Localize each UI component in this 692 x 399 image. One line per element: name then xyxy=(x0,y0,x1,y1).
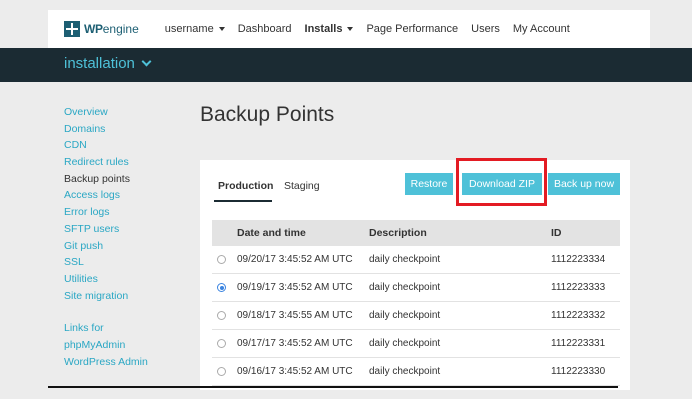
page-title: Backup Points xyxy=(200,103,335,126)
sidebar-item-access-logs[interactable]: Access logs xyxy=(64,187,184,204)
restore-button[interactable]: Restore xyxy=(405,173,453,195)
header-id: ID xyxy=(551,227,562,239)
row-date: 09/16/17 3:45:52 AM UTC xyxy=(237,366,353,377)
row-radio-cell xyxy=(212,311,237,320)
tab-production[interactable]: Production xyxy=(218,180,273,192)
table-row[interactable]: 09/17/17 3:45:52 AM UTC daily checkpoint… xyxy=(212,330,620,358)
row-id: 1112223332 xyxy=(551,310,606,321)
highlight-box xyxy=(456,158,547,206)
sidebar-item-cdn[interactable]: CDN xyxy=(64,137,184,154)
table-row[interactable]: 09/19/17 3:45:52 AM UTC daily checkpoint… xyxy=(212,274,620,302)
row-description: daily checkpoint xyxy=(369,254,441,265)
sidebar-link-phpmyadmin[interactable]: phpMyAdmin xyxy=(64,337,184,354)
radio-button[interactable] xyxy=(217,367,226,376)
sidebar-item-utilities[interactable]: Utilities xyxy=(64,271,184,288)
sidebar-item-error-logs[interactable]: Error logs xyxy=(64,204,184,221)
row-radio-cell xyxy=(212,255,237,264)
sidebar-item-redirect-rules[interactable]: Redirect rules xyxy=(64,154,184,171)
nav-dashboard-label: Dashboard xyxy=(237,23,292,35)
caret-down-icon xyxy=(347,27,354,31)
row-date: 09/19/17 3:45:52 AM UTC xyxy=(237,282,353,293)
header-description: Description xyxy=(369,227,427,239)
row-description: daily checkpoint xyxy=(369,310,441,321)
wpengine-logo[interactable]: WP engine xyxy=(64,21,139,37)
wpengine-logo-icon xyxy=(64,21,80,37)
sidebar-links-heading[interactable]: Links for xyxy=(64,320,184,337)
nav-username-label: username xyxy=(164,23,214,35)
row-description: daily checkpoint xyxy=(369,338,441,349)
row-id: 1112223331 xyxy=(551,338,606,349)
sidebar-item-git-push[interactable]: Git push xyxy=(64,238,184,255)
row-date: 09/17/17 3:45:52 AM UTC xyxy=(237,338,353,349)
header-date: Date and time xyxy=(237,227,306,239)
tab-staging[interactable]: Staging xyxy=(284,180,320,192)
top-navigation: WP engine username Dashboard Installs Pag… xyxy=(48,10,650,48)
active-tab-indicator xyxy=(214,200,272,202)
nav-my-account-label: My Account xyxy=(512,23,570,35)
row-id: 1112223333 xyxy=(551,282,606,293)
table-row[interactable]: 09/16/17 3:45:52 AM UTC daily checkpoint… xyxy=(212,358,620,386)
sidebar-item-backup-points[interactable]: Backup points xyxy=(64,171,184,188)
row-date: 09/20/17 3:45:52 AM UTC xyxy=(237,254,353,265)
row-description: daily checkpoint xyxy=(369,282,441,293)
row-id: 1112223330 xyxy=(551,366,606,377)
nav-installs-label: Installs xyxy=(304,23,343,35)
nav-page-performance[interactable]: Page Performance xyxy=(366,23,458,35)
sidebar-item-site-migration[interactable]: Site migration xyxy=(64,288,184,305)
backup-panel: Production Staging Restore Download ZIP … xyxy=(200,158,630,390)
install-name: installation xyxy=(64,55,135,72)
sidebar-item-overview[interactable]: Overview xyxy=(64,104,184,121)
nav-page-performance-label: Page Performance xyxy=(366,23,459,35)
nav-username[interactable]: username xyxy=(165,23,225,35)
table-header: Date and time Description ID xyxy=(212,220,620,246)
logo-wp-text: WP xyxy=(84,22,103,36)
row-radio-cell xyxy=(212,339,237,348)
sidebar-item-sftp-users[interactable]: SFTP users xyxy=(64,221,184,238)
sidebar: Overview Domains CDN Redirect rules Back… xyxy=(64,104,184,370)
row-radio-cell xyxy=(212,367,237,376)
backup-table: Date and time Description ID 09/20/17 3:… xyxy=(212,220,620,386)
row-description: daily checkpoint xyxy=(369,366,441,377)
nav-installs[interactable]: Installs xyxy=(305,23,354,35)
radio-button[interactable] xyxy=(217,311,226,320)
logo-engine-text: engine xyxy=(102,22,139,36)
chevron-down-icon xyxy=(141,56,152,67)
table-row[interactable]: 09/20/17 3:45:52 AM UTC daily checkpoint… xyxy=(212,246,620,274)
table-row[interactable]: 09/18/17 3:45:55 AM UTC daily checkpoint… xyxy=(212,302,620,330)
radio-button-selected[interactable] xyxy=(217,283,226,292)
nav-my-account[interactable]: My Account xyxy=(513,23,570,35)
row-radio-cell xyxy=(212,283,237,292)
caret-down-icon xyxy=(218,27,225,31)
install-bar: installation xyxy=(0,48,692,82)
bottom-divider xyxy=(48,386,618,388)
row-id: 1112223334 xyxy=(551,254,606,265)
nav-users-label: Users xyxy=(471,23,500,35)
nav-dashboard[interactable]: Dashboard xyxy=(238,23,292,35)
back-up-now-button[interactable]: Back up now xyxy=(548,173,620,195)
install-selector[interactable]: installation xyxy=(64,55,152,72)
nav-users[interactable]: Users xyxy=(471,23,500,35)
sidebar-link-wordpress-admin[interactable]: WordPress Admin xyxy=(64,354,184,371)
radio-button[interactable] xyxy=(217,255,226,264)
sidebar-item-domains[interactable]: Domains xyxy=(64,121,184,138)
row-date: 09/18/17 3:45:55 AM UTC xyxy=(237,310,353,321)
sidebar-item-ssl[interactable]: SSL xyxy=(64,254,184,271)
radio-button[interactable] xyxy=(217,339,226,348)
